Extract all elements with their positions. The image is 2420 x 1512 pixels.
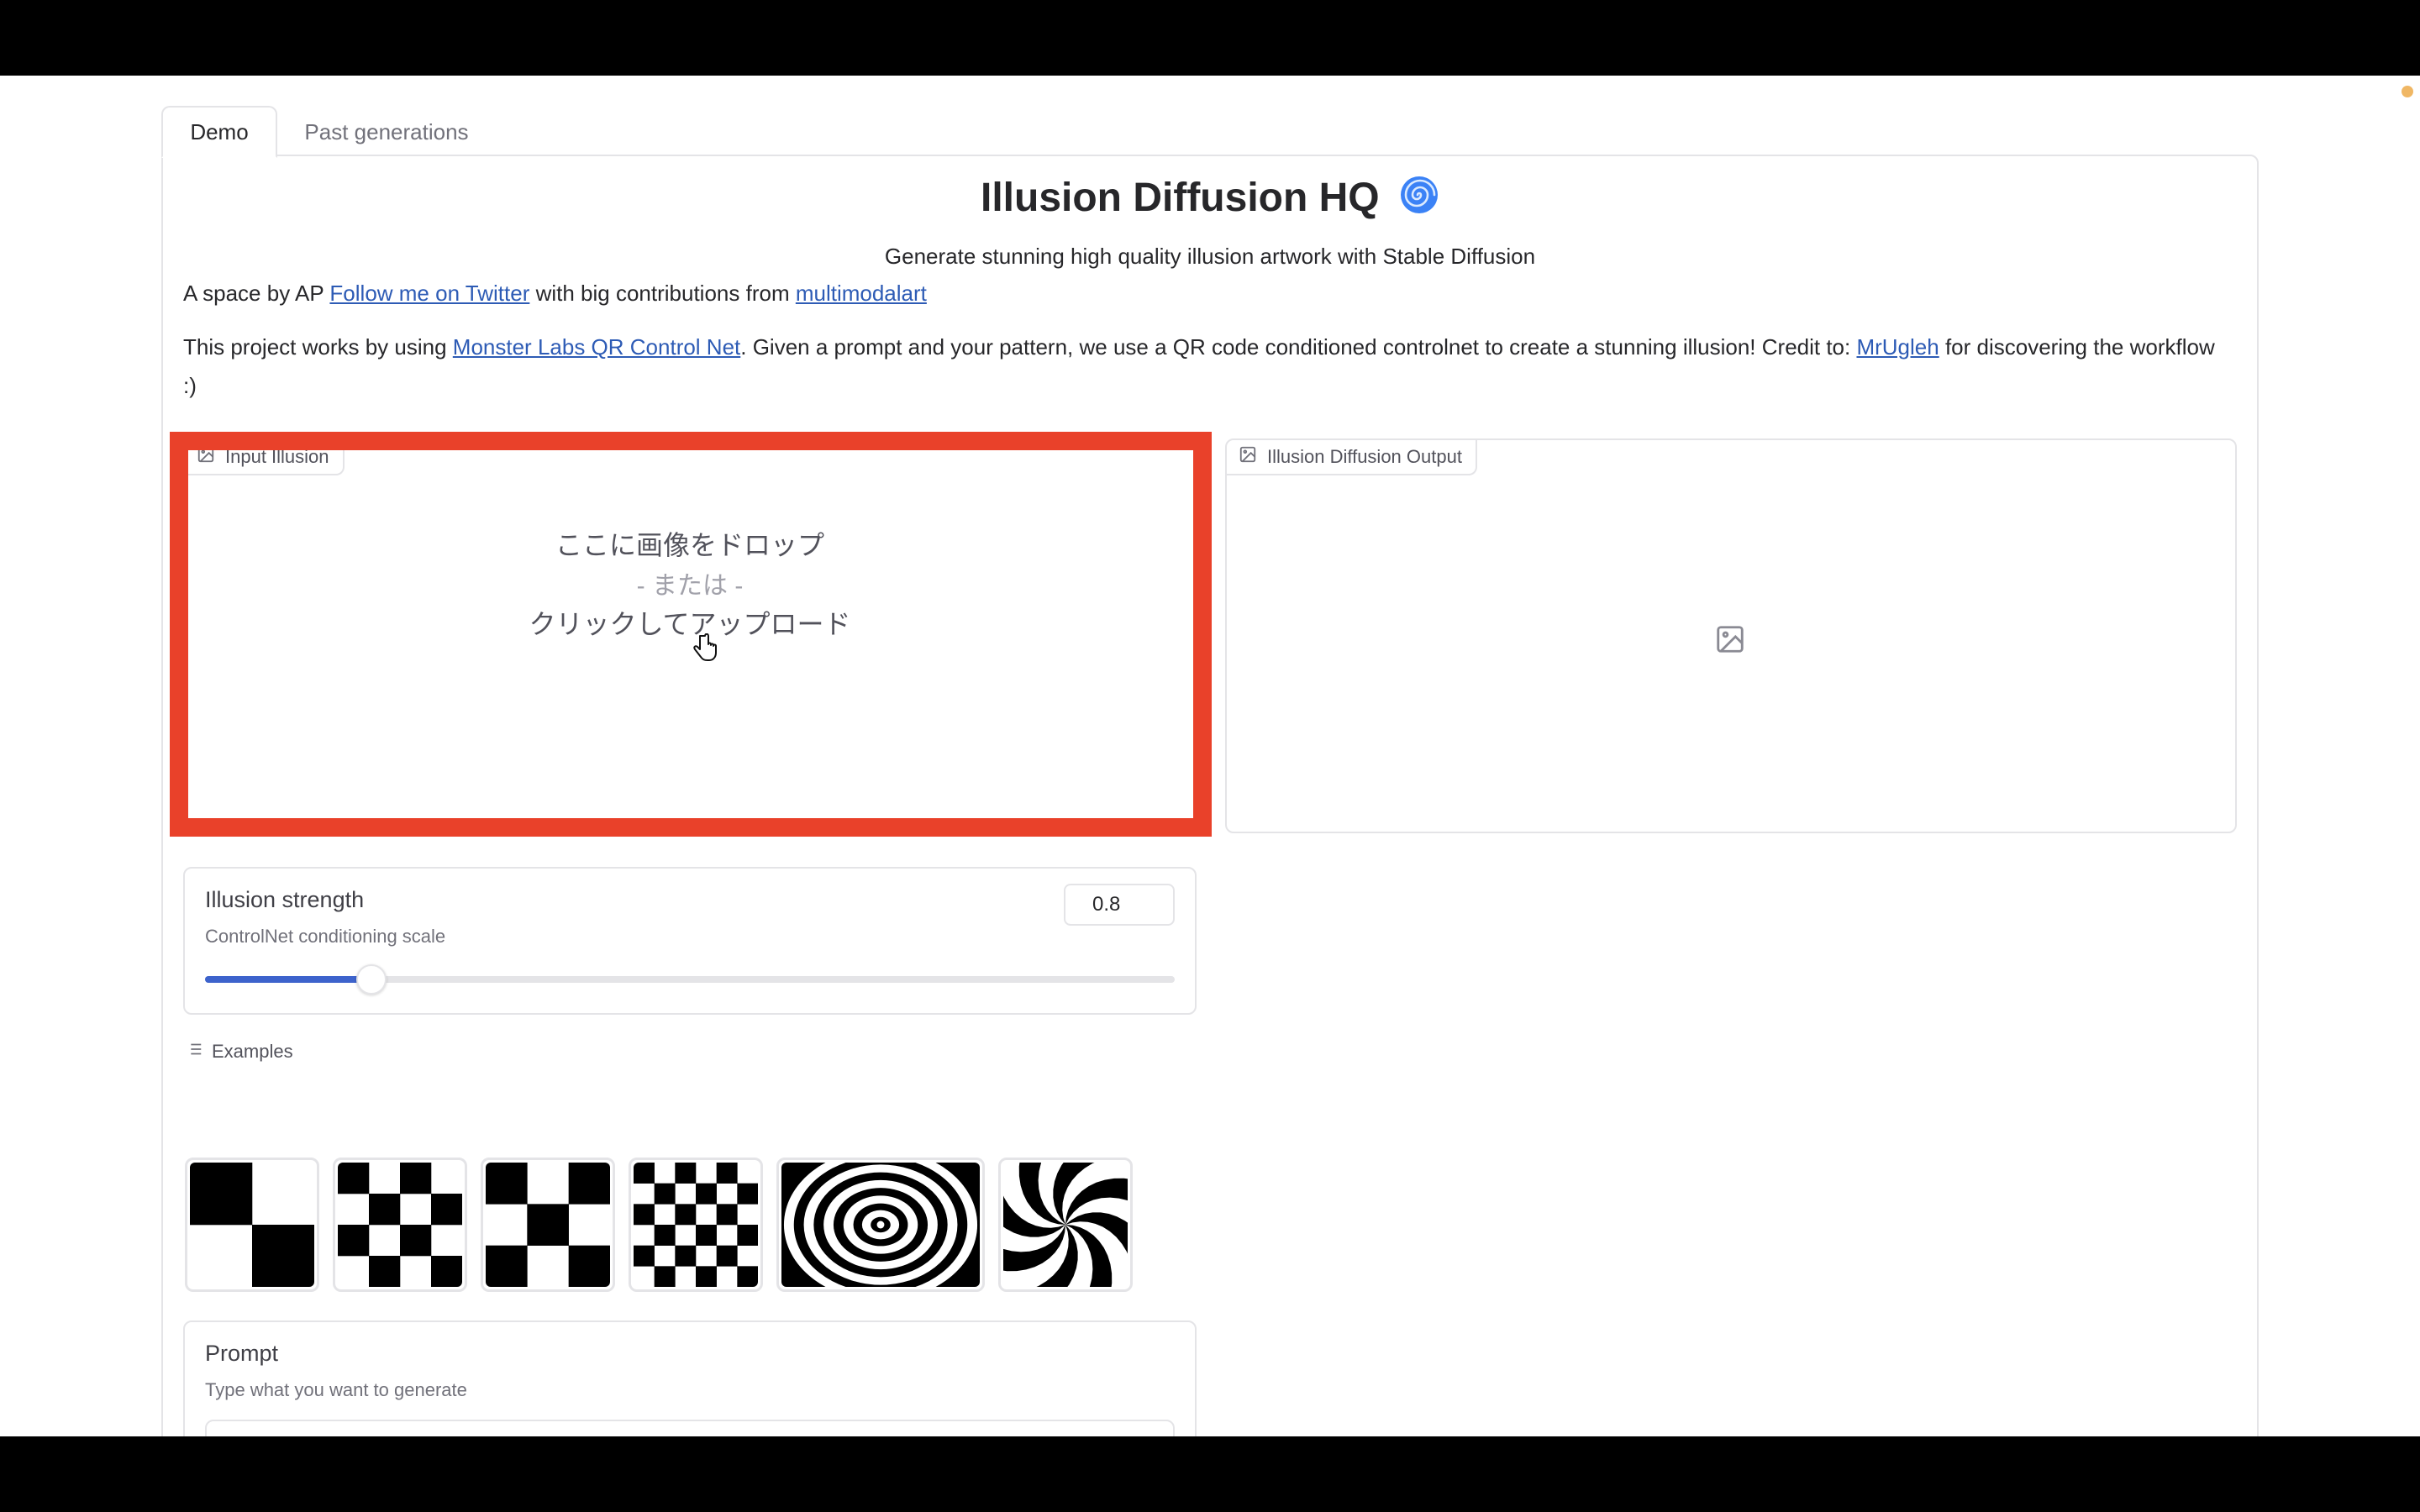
illusion-output-panel: Illusion Diffusion Output	[1225, 438, 2237, 833]
highlight-frame	[170, 432, 1212, 837]
illusion-strength-block: Illusion strength ControlNet conditionin…	[183, 867, 1197, 1015]
tab-past-generations[interactable]: Past generations	[286, 106, 487, 158]
prompt-info: Type what you want to generate	[205, 1379, 467, 1400]
mrugleh-link[interactable]: MrUgleh	[1856, 334, 1939, 360]
examples-label: Examples	[212, 1041, 293, 1062]
prompt-label: Prompt	[205, 1341, 279, 1366]
prompt-input[interactable]	[205, 1420, 1175, 1436]
illusion-output-label: Illusion Diffusion Output	[1227, 440, 1477, 475]
example-swirl-rays[interactable]	[998, 1158, 1133, 1292]
slider-thumb[interactable]	[356, 964, 387, 995]
illusion-strength-slider[interactable]	[205, 964, 1175, 995]
intro-text: with big contributions from	[529, 281, 796, 306]
twitter-link[interactable]: Follow me on Twitter	[329, 281, 529, 306]
example-checker-6x6[interactable]	[629, 1158, 763, 1292]
example-checker-4x4[interactable]	[333, 1158, 467, 1292]
image-icon	[1239, 445, 1257, 469]
list-icon	[185, 1040, 203, 1063]
prompt-block: Prompt Type what you want to generate	[183, 1320, 1197, 1436]
intro-text: A space by AP	[183, 281, 330, 306]
illusion-strength-number[interactable]: 0.8	[1064, 884, 1175, 926]
multimodalart-link[interactable]: multimodalart	[796, 281, 927, 306]
hand-cursor-icon	[692, 633, 718, 668]
intro-text: This project works by using	[183, 334, 453, 360]
example-checker-3x3[interactable]	[481, 1158, 615, 1292]
illusion-output-label-text: Illusion Diffusion Output	[1267, 446, 1462, 467]
page-title: Illusion Diffusion HQ	[0, 175, 2420, 225]
illusion-strength-label: Illusion strength	[205, 887, 365, 912]
app-window: Demo Past generations Illusion Diffusion…	[0, 76, 2420, 1436]
example-concentric-spiral[interactable]	[776, 1158, 985, 1292]
slider-fill	[205, 976, 372, 983]
intro-text: . Given a prompt and your pattern, we us…	[740, 334, 1857, 360]
examples-gallery	[185, 1158, 1133, 1292]
page-subtitle: Generate stunning high quality illusion …	[884, 244, 1536, 269]
monster-labs-link[interactable]: Monster Labs QR Control Net	[453, 334, 740, 360]
example-checker-2x2[interactable]	[185, 1158, 319, 1292]
intro-line-2: This project works by using Monster Labs…	[183, 328, 2233, 405]
illusion-strength-info: ControlNet conditioning scale	[205, 926, 446, 947]
image-placeholder-icon	[1714, 623, 1746, 659]
cyclone-icon	[1399, 175, 1439, 225]
examples-header: Examples	[185, 1040, 293, 1063]
title-text: Illusion Diffusion HQ	[981, 176, 1380, 220]
tab-demo[interactable]: Demo	[161, 106, 277, 158]
status-dot	[2402, 86, 2413, 97]
intro-line-1: A space by AP Follow me on Twitter with …	[183, 281, 927, 307]
